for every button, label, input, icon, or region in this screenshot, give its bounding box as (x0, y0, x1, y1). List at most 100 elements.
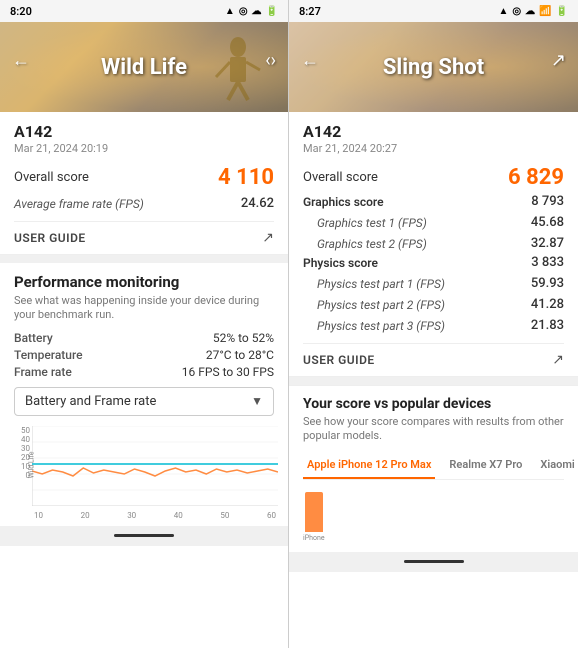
right-overall-value: 6 829 (508, 165, 564, 190)
temp-label: Temperature (14, 348, 83, 362)
right-overall-row: Overall score 6 829 (303, 165, 564, 190)
device-tabs-row: Apple iPhone 12 Pro Max Realme X7 Pro Xi… (303, 452, 564, 480)
left-hero-wrapper: ← ‹› Wild Life (0, 22, 288, 112)
signal-icon: ▲ (225, 6, 235, 17)
bar-label-iphone: iPhone (303, 534, 325, 542)
graphics-test2-value: 32.87 (531, 236, 564, 251)
popular-desc: See how your score compares with results… (303, 415, 564, 444)
performance-chart (32, 426, 278, 506)
graphics-row: Graphics score 8 793 (303, 194, 564, 209)
tab-realmex7pro[interactable]: Realme X7 Pro (445, 452, 526, 479)
right-hero-wrapper: ← ↗ Sling Shot (289, 22, 578, 112)
graphics-test1-value: 45.68 (531, 215, 564, 230)
physics-test1-row: Physics test part 1 (FPS) 59.93 (303, 276, 564, 291)
right-share-nav-icon[interactable]: ↗ (551, 50, 566, 71)
back-icon[interactable]: ← (12, 50, 30, 71)
frame-rate-row: Frame rate 16 FPS to 30 FPS (14, 365, 274, 379)
physics-test2-row: Physics test part 2 (FPS) 41.28 (303, 297, 564, 312)
frame-rate-value: 16 FPS to 30 FPS (182, 365, 274, 379)
physics-test2-value: 41.28 (531, 297, 564, 312)
perf-desc: See what was happening inside your devic… (14, 294, 274, 323)
right-phone-panel: 8:27 ▲ ◎ ☁ 📶 🔋 ← ↗ Sling Shot A142 Mar 2… (289, 0, 578, 648)
physics-label: Physics score (303, 256, 378, 270)
battery-row: Battery 52% to 52% (14, 331, 274, 345)
graphics-test2-row: Graphics test 2 (FPS) 32.87 (303, 236, 564, 251)
left-phone-panel: 8:20 ▲ ◎ ☁ 🔋 ← ‹› Wild Life (0, 0, 289, 648)
bar-iphone (305, 492, 323, 532)
right-user-guide: USER GUIDE (303, 353, 375, 367)
left-time: 8:20 (10, 5, 32, 18)
left-home-indicator (114, 534, 174, 537)
right-time: 8:27 (299, 5, 321, 18)
left-fps-row: Average frame rate (FPS) 24.62 (14, 196, 274, 211)
graphics-test1-label: Graphics test 1 (FPS) (317, 216, 427, 230)
left-overall-label: Overall score (14, 170, 89, 185)
left-user-guide-row: USER GUIDE ↗ (14, 221, 274, 246)
share-nav-icon[interactable]: ‹› (265, 50, 276, 71)
right-share-icon[interactable]: ↗ (552, 352, 564, 368)
graphics-label: Graphics score (303, 195, 384, 209)
battery-icon: 🔋 (266, 6, 278, 17)
right-bottom-nav (289, 552, 578, 572)
right-status-bar: 8:27 ▲ ◎ ☁ 📶 🔋 (289, 0, 578, 22)
dnd-icon: ◎ (239, 6, 248, 17)
left-nav-bar: ← ‹› (0, 44, 288, 77)
popular-chart: iPhone (303, 486, 564, 546)
right-status-icons: ▲ ◎ ☁ 📶 🔋 (498, 6, 568, 17)
chevron-down-icon: ▼ (251, 394, 263, 408)
right-score-section: A142 Mar 21, 2024 20:27 Overall score 6 … (289, 112, 578, 377)
right-dnd-icon: ◎ (512, 6, 521, 17)
temp-value: 27°C to 28°C (206, 348, 274, 362)
physics-test2-label: Physics test part 2 (FPS) (317, 298, 445, 312)
right-cloud-icon: ☁ (525, 6, 535, 17)
left-user-guide: USER GUIDE (14, 231, 86, 245)
right-wifi-icon: 📶 (539, 6, 551, 17)
graphics-test1-row: Graphics test 1 (FPS) 45.68 (303, 215, 564, 230)
dropdown-selected: Battery and Frame rate (25, 394, 156, 409)
physics-value: 3 833 (531, 255, 564, 270)
right-overall-label: Overall score (303, 170, 378, 185)
bar-group-1: iPhone (303, 492, 325, 542)
left-share-icon[interactable]: ↗ (262, 230, 274, 246)
chart-wrapper: 50 40 30 20 10 0 (10, 426, 278, 520)
left-overall-value: 4 110 (218, 165, 274, 190)
popular-section: Your score vs popular devices See how yo… (289, 385, 578, 552)
perf-monitoring-section: Performance monitoring See what was happ… (0, 263, 288, 422)
perf-title: Performance monitoring (14, 273, 274, 291)
physics-test3-row: Physics test part 3 (FPS) 21.83 (303, 318, 564, 333)
physics-row: Physics score 3 833 (303, 255, 564, 270)
graphics-test2-label: Graphics test 2 (FPS) (317, 237, 427, 251)
physics-test3-label: Physics test part 3 (FPS) (317, 319, 445, 333)
left-status-icons: ▲ ◎ ☁ 🔋 (225, 6, 278, 17)
battery-label: Battery (14, 331, 53, 345)
left-date: Mar 21, 2024 20:19 (14, 142, 274, 155)
cloud-icon: ☁ (252, 6, 262, 17)
tab-iphone12promax[interactable]: Apple iPhone 12 Pro Max (303, 452, 435, 479)
right-home-indicator (404, 560, 464, 563)
graphics-value: 8 793 (531, 194, 564, 209)
temp-row: Temperature 27°C to 28°C (14, 348, 274, 362)
physics-test1-value: 59.93 (531, 276, 564, 291)
left-fps-value: 24.62 (241, 196, 274, 211)
right-signal-icon: ▲ (498, 6, 508, 17)
right-user-guide-row: USER GUIDE ↗ (303, 343, 564, 368)
right-nav-bar: ← ↗ (289, 44, 578, 77)
left-score-section: A142 Mar 21, 2024 20:19 Overall score 4 … (0, 112, 288, 255)
right-battery-icon: 🔋 (556, 6, 568, 17)
y-axis-title: Wild Life (27, 451, 35, 478)
chart-dropdown[interactable]: Battery and Frame rate ▼ (14, 387, 274, 416)
right-device-id: A142 (303, 122, 564, 141)
physics-test3-value: 21.83 (531, 318, 564, 333)
left-bottom-nav (0, 526, 288, 546)
left-fps-label: Average frame rate (FPS) (14, 197, 144, 211)
tab-xiaomi[interactable]: Xiaomi M... (536, 452, 578, 479)
left-device-id: A142 (14, 122, 274, 141)
chart-plot-area: 10 20 30 40 50 60 Wild Life (32, 426, 278, 520)
x-axis-labels: 10 20 30 40 50 60 (32, 511, 278, 520)
left-overall-row: Overall score 4 110 (14, 165, 274, 190)
right-back-icon[interactable]: ← (301, 50, 319, 71)
popular-title: Your score vs popular devices (303, 396, 564, 412)
right-date: Mar 21, 2024 20:27 (303, 142, 564, 155)
chart-area: 50 40 30 20 10 0 (0, 422, 288, 526)
frame-rate-label: Frame rate (14, 365, 72, 379)
